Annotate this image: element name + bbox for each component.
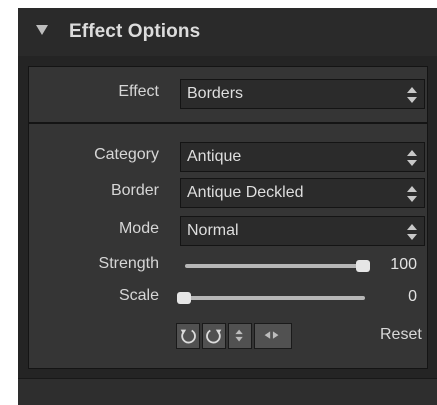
effect-select-value: Borders (187, 85, 244, 102)
updown-arrows-icon (407, 87, 417, 103)
panel-bottom-bar (18, 378, 437, 405)
mode-select-value: Normal (187, 222, 239, 239)
mode-select[interactable]: Normal (180, 216, 425, 246)
rotate-left-icon (180, 329, 196, 344)
panel-title: Effect Options (69, 21, 201, 42)
panel-header[interactable]: Effect Options (18, 8, 437, 56)
strength-value[interactable]: 100 (377, 256, 417, 274)
updown-arrows-icon (407, 150, 417, 166)
effect-section: Effect Borders (28, 66, 428, 123)
rotate-right-button[interactable] (202, 323, 226, 349)
effect-select[interactable]: Borders (180, 79, 425, 109)
scale-value[interactable]: 0 (377, 288, 417, 306)
scale-slider-track[interactable] (185, 296, 365, 300)
border-select-value: Antique Deckled (187, 184, 304, 201)
category-label: Category (94, 146, 159, 163)
mode-label: Mode (118, 220, 159, 237)
flip-vertical-icon (235, 329, 243, 342)
border-label: Border (110, 182, 159, 199)
reset-button[interactable]: Reset (380, 326, 422, 344)
strength-slider-thumb[interactable] (356, 260, 370, 272)
flip-vertical-button[interactable] (228, 323, 252, 349)
scale-slider-thumb[interactable] (177, 292, 191, 304)
flip-horizontal-icon (264, 331, 279, 339)
scale-label: Scale (118, 287, 159, 304)
effect-label: Effect (118, 83, 159, 100)
category-select[interactable]: Antique (180, 142, 425, 172)
rotate-left-button[interactable] (176, 323, 200, 349)
rotate-right-icon (206, 329, 222, 344)
updown-arrows-icon (407, 186, 417, 202)
effect-options-panel: Effect Options Effect Borders Category A… (18, 8, 437, 405)
category-select-value: Antique (187, 148, 242, 165)
flip-horizontal-button[interactable] (254, 323, 292, 349)
border-select[interactable]: Antique Deckled (180, 178, 425, 208)
updown-arrows-icon (407, 224, 417, 240)
strength-label: Strength (98, 255, 159, 272)
strength-slider-track[interactable] (185, 264, 365, 268)
